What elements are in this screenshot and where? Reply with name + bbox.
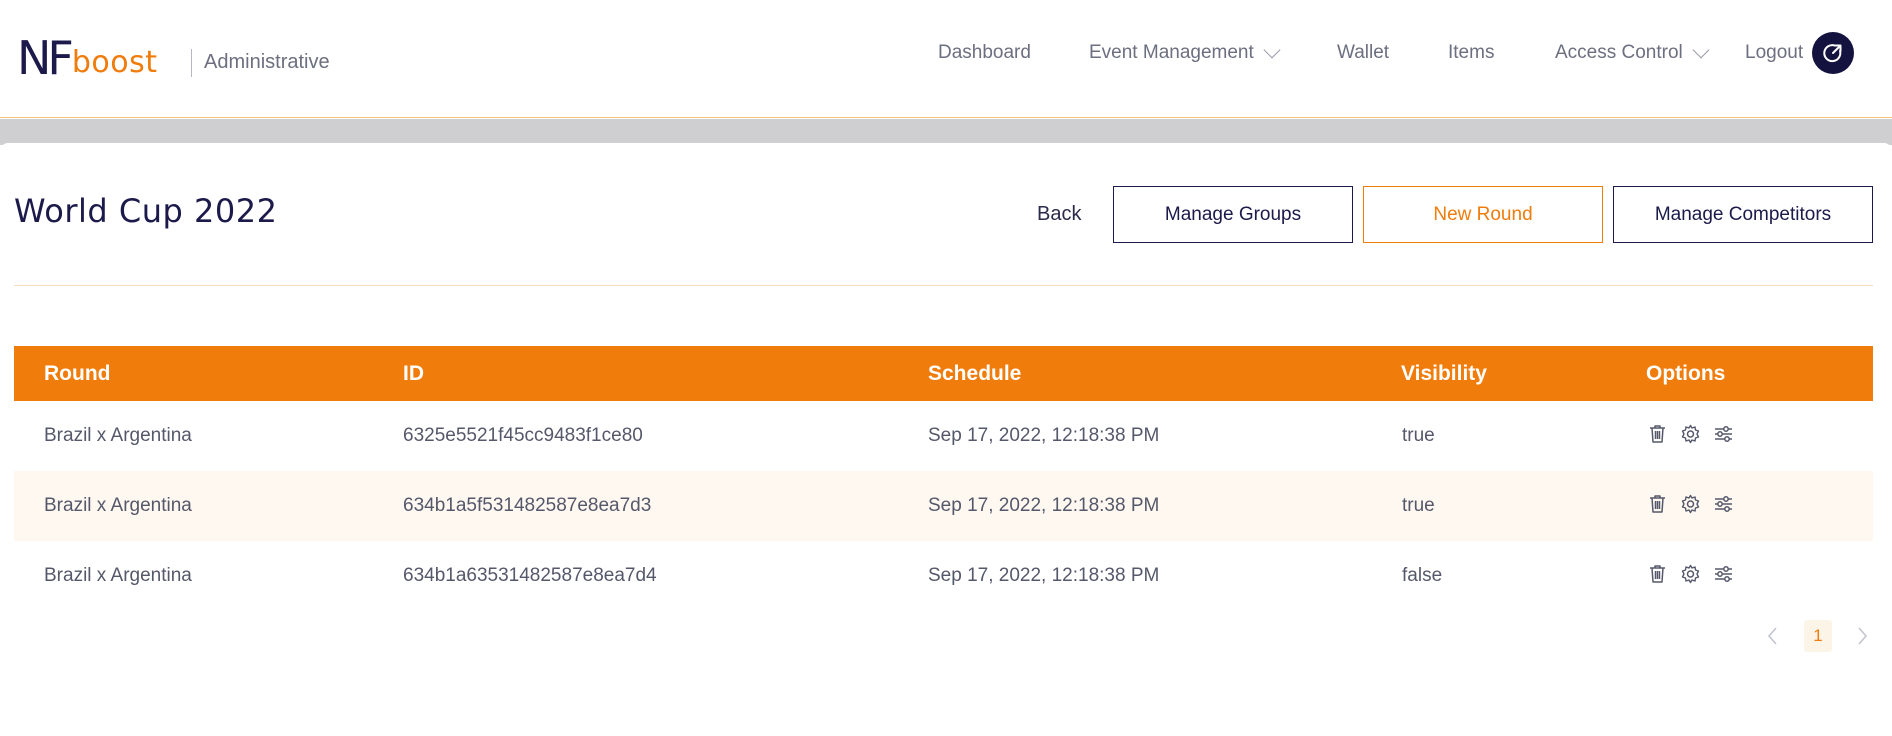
- sliders-icon[interactable]: [1713, 563, 1734, 585]
- row-options: [1647, 423, 1734, 445]
- table-row: Brazil x Argentina 634b1a5f531482587e8ea…: [14, 471, 1873, 541]
- nav-items-label: Items: [1448, 42, 1495, 63]
- gear-icon[interactable]: [1680, 423, 1701, 445]
- cell-schedule: Sep 17, 2022, 12:18:38 PM: [928, 425, 1160, 446]
- manage-groups-button[interactable]: Manage Groups: [1113, 186, 1353, 243]
- header-round[interactable]: Round: [44, 362, 110, 386]
- cell-visibility: true: [1402, 425, 1435, 446]
- table-header: Round ID Schedule Visibility Options: [14, 346, 1873, 401]
- logo-nf-text: NF: [17, 31, 74, 85]
- trash-icon[interactable]: [1647, 423, 1668, 445]
- chevron-left-icon[interactable]: [1766, 626, 1780, 646]
- nav-access-control-label: Access Control: [1555, 42, 1683, 63]
- nfboost-logo[interactable]: NF boost: [17, 31, 158, 85]
- cell-schedule: Sep 17, 2022, 12:18:38 PM: [928, 565, 1160, 586]
- cell-round: Brazil x Argentina: [44, 565, 192, 586]
- gear-icon[interactable]: [1680, 563, 1701, 585]
- title-divider: [14, 285, 1873, 286]
- header-schedule[interactable]: Schedule: [928, 362, 1021, 386]
- cell-round: Brazil x Argentina: [44, 495, 192, 516]
- logo-divider: [191, 49, 192, 77]
- nav-wallet-label: Wallet: [1337, 42, 1390, 63]
- top-header: NF boost Administrative Dashboard Event …: [0, 0, 1892, 118]
- sliders-icon[interactable]: [1713, 493, 1734, 515]
- trash-icon[interactable]: [1647, 563, 1668, 585]
- nav-logout[interactable]: Logout: [1745, 42, 1803, 64]
- cell-visibility: false: [1402, 565, 1443, 586]
- header-options: Options: [1646, 362, 1726, 385]
- table-row: Brazil x Argentina 6325e5521f45cc9483f1c…: [14, 401, 1873, 471]
- chevron-down-icon: [1692, 41, 1710, 59]
- manage-competitors-button[interactable]: Manage Competitors: [1613, 186, 1873, 243]
- admin-subtitle: Administrative: [204, 51, 330, 73]
- nav-event-management[interactable]: Event Management: [1089, 41, 1281, 64]
- gear-icon[interactable]: [1680, 493, 1701, 515]
- nav-logout-label: Logout: [1745, 42, 1804, 63]
- nav-access-control[interactable]: Access Control: [1555, 41, 1710, 64]
- rounds-table: Round ID Schedule Visibility Options Bra…: [14, 346, 1873, 611]
- pagination-page[interactable]: 1: [1804, 620, 1832, 652]
- cell-id: 634b1a63531482587e8ea7d4: [403, 565, 657, 586]
- cell-id: 634b1a5f531482587e8ea7d3: [403, 495, 652, 516]
- page-title: World Cup 2022: [14, 192, 278, 230]
- nav-dashboard[interactable]: Dashboard: [938, 42, 1031, 64]
- sliders-icon[interactable]: [1713, 423, 1734, 445]
- header-id[interactable]: ID: [403, 362, 424, 386]
- cell-round: Brazil x Argentina: [44, 425, 192, 446]
- chevron-right-icon[interactable]: [1855, 626, 1869, 646]
- cell-visibility: true: [1402, 495, 1435, 516]
- cell-id: 6325e5521f45cc9483f1ce80: [403, 425, 643, 446]
- header-band: [0, 119, 1892, 145]
- trash-icon[interactable]: [1647, 493, 1668, 515]
- logout-arrow-svg: [1823, 44, 1842, 63]
- new-round-button[interactable]: New Round: [1363, 186, 1603, 243]
- cell-schedule: Sep 17, 2022, 12:18:38 PM: [928, 495, 1160, 516]
- row-options: [1647, 563, 1734, 585]
- nav-items[interactable]: Items: [1448, 42, 1494, 64]
- back-link[interactable]: Back: [1037, 203, 1081, 226]
- header-visibility[interactable]: Visibility: [1401, 362, 1487, 386]
- nav-event-management-label: Event Management: [1089, 42, 1254, 63]
- logout-arrow-icon[interactable]: [1812, 32, 1854, 74]
- chevron-down-icon: [1263, 41, 1281, 59]
- nav-wallet[interactable]: Wallet: [1337, 42, 1389, 64]
- nav-dashboard-label: Dashboard: [938, 42, 1031, 63]
- logo-boost-text: boost: [71, 45, 158, 80]
- row-options: [1647, 493, 1734, 515]
- table-row: Brazil x Argentina 634b1a63531482587e8ea…: [14, 541, 1873, 611]
